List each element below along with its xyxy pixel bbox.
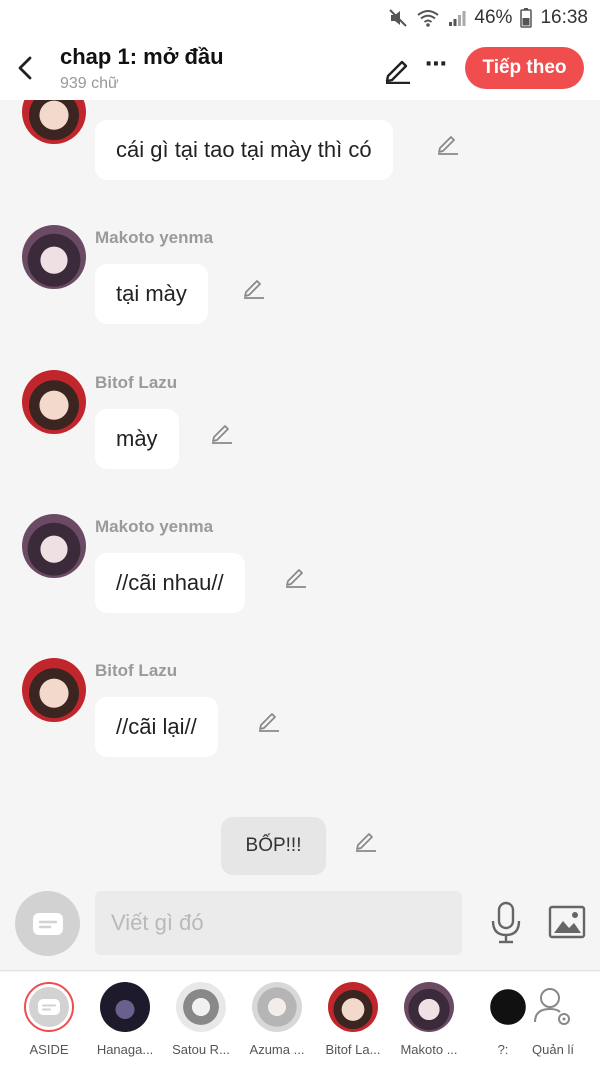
message-bubble[interactable]: mày [95,409,179,469]
character-name: Satou R... [172,1042,230,1057]
aside-toggle-button[interactable] [15,891,80,956]
character-makoto[interactable]: Makoto ... [391,982,467,1057]
image-icon [548,905,586,939]
character-name: ASIDE [29,1042,69,1057]
message-input[interactable] [95,891,462,955]
avatar [328,982,378,1032]
sender-name: Makoto yenma [95,228,214,247]
sender-name: Makoto yenma [95,517,214,536]
aside-avatar [29,987,69,1027]
avatar-makoto-yenma[interactable] [22,225,86,289]
chat-bubble-icon [38,999,60,1015]
avatar [100,982,150,1032]
edit-message-icon[interactable] [284,564,308,588]
edit-narration-icon[interactable] [354,828,378,852]
chapter-header: chap 1: mở đầu 939 chữ ⋯ Tiếp theo [0,36,600,100]
back-button[interactable] [10,50,40,86]
character-azuma[interactable]: Azuma ... [239,982,315,1057]
message-bubble[interactable]: //cãi nhau// [95,553,245,613]
message-bubble[interactable]: //cãi lại// [95,697,218,757]
avatar [176,982,226,1032]
sender-name: Bitof Lazu [95,373,178,392]
character-name: Bitof La... [325,1042,381,1057]
clock: 16:38 [540,7,588,28]
chevron-left-icon [18,56,32,80]
more-options-button[interactable]: ⋯ [422,50,450,82]
battery-icon [520,8,533,28]
next-chapter-button[interactable]: Tiếp theo [465,47,584,89]
chapter-title: chap 1: mở đầu [60,44,224,69]
character-aside[interactable]: ASIDE [11,982,87,1057]
message-composer [0,877,600,971]
edit-message-icon[interactable] [257,708,281,732]
wifi-icon [416,8,440,28]
mute-icon [388,8,408,28]
chat-bubble-icon [32,912,63,935]
avatar-makoto-yenma[interactable] [22,514,86,578]
sender-name: Bitof Lazu [95,661,178,680]
avatar-bitof-lazu[interactable] [22,370,86,434]
pencil-icon [385,60,410,85]
manage-characters-button[interactable]: Quản lí [515,982,591,1057]
user-settings-icon [534,988,570,1025]
character-name: Hanaga... [96,1042,154,1057]
word-count: 939 chữ [60,75,119,92]
more-icon: ⋯ [425,51,447,76]
battery-percent: 46% [474,7,513,28]
insert-image-button[interactable] [548,905,586,939]
edit-message-icon[interactable] [436,131,460,155]
manage-icon-wrap [528,982,578,1032]
edit-message-icon[interactable] [210,420,234,444]
character-name: Azuma ... [249,1042,305,1057]
avatar-bitof-lazu[interactable] [22,100,86,144]
edit-chapter-button[interactable] [383,54,413,85]
story-chat-area[interactable]: cái gì tại tao tại mày thì có Makoto yen… [0,100,600,877]
narration-bubble[interactable]: BỐP!!! [221,817,326,875]
character-hanaga[interactable]: Hanaga... [87,982,163,1057]
avatar [404,982,454,1032]
character-name: Quản lí [532,1042,574,1057]
edit-message-icon[interactable] [242,275,266,299]
microphone-icon [491,901,521,944]
avatar-bitof-lazu[interactable] [22,658,86,722]
character-satou[interactable]: Satou R... [163,982,239,1057]
character-selector: ASIDE Hanaga... Satou R... Azuma ... Bit… [0,972,600,1067]
avatar [24,982,74,1032]
signal-icon [448,9,466,27]
voice-input-button[interactable] [489,901,523,945]
avatar [252,982,302,1032]
character-bitof-lazu[interactable]: Bitof La... [315,982,391,1057]
character-name: Makoto ... [400,1042,458,1057]
message-bubble[interactable]: cái gì tại tao tại mày thì có [95,120,393,180]
message-bubble[interactable]: tại mày [95,264,208,324]
status-bar: 46% 16:38 [0,0,600,36]
